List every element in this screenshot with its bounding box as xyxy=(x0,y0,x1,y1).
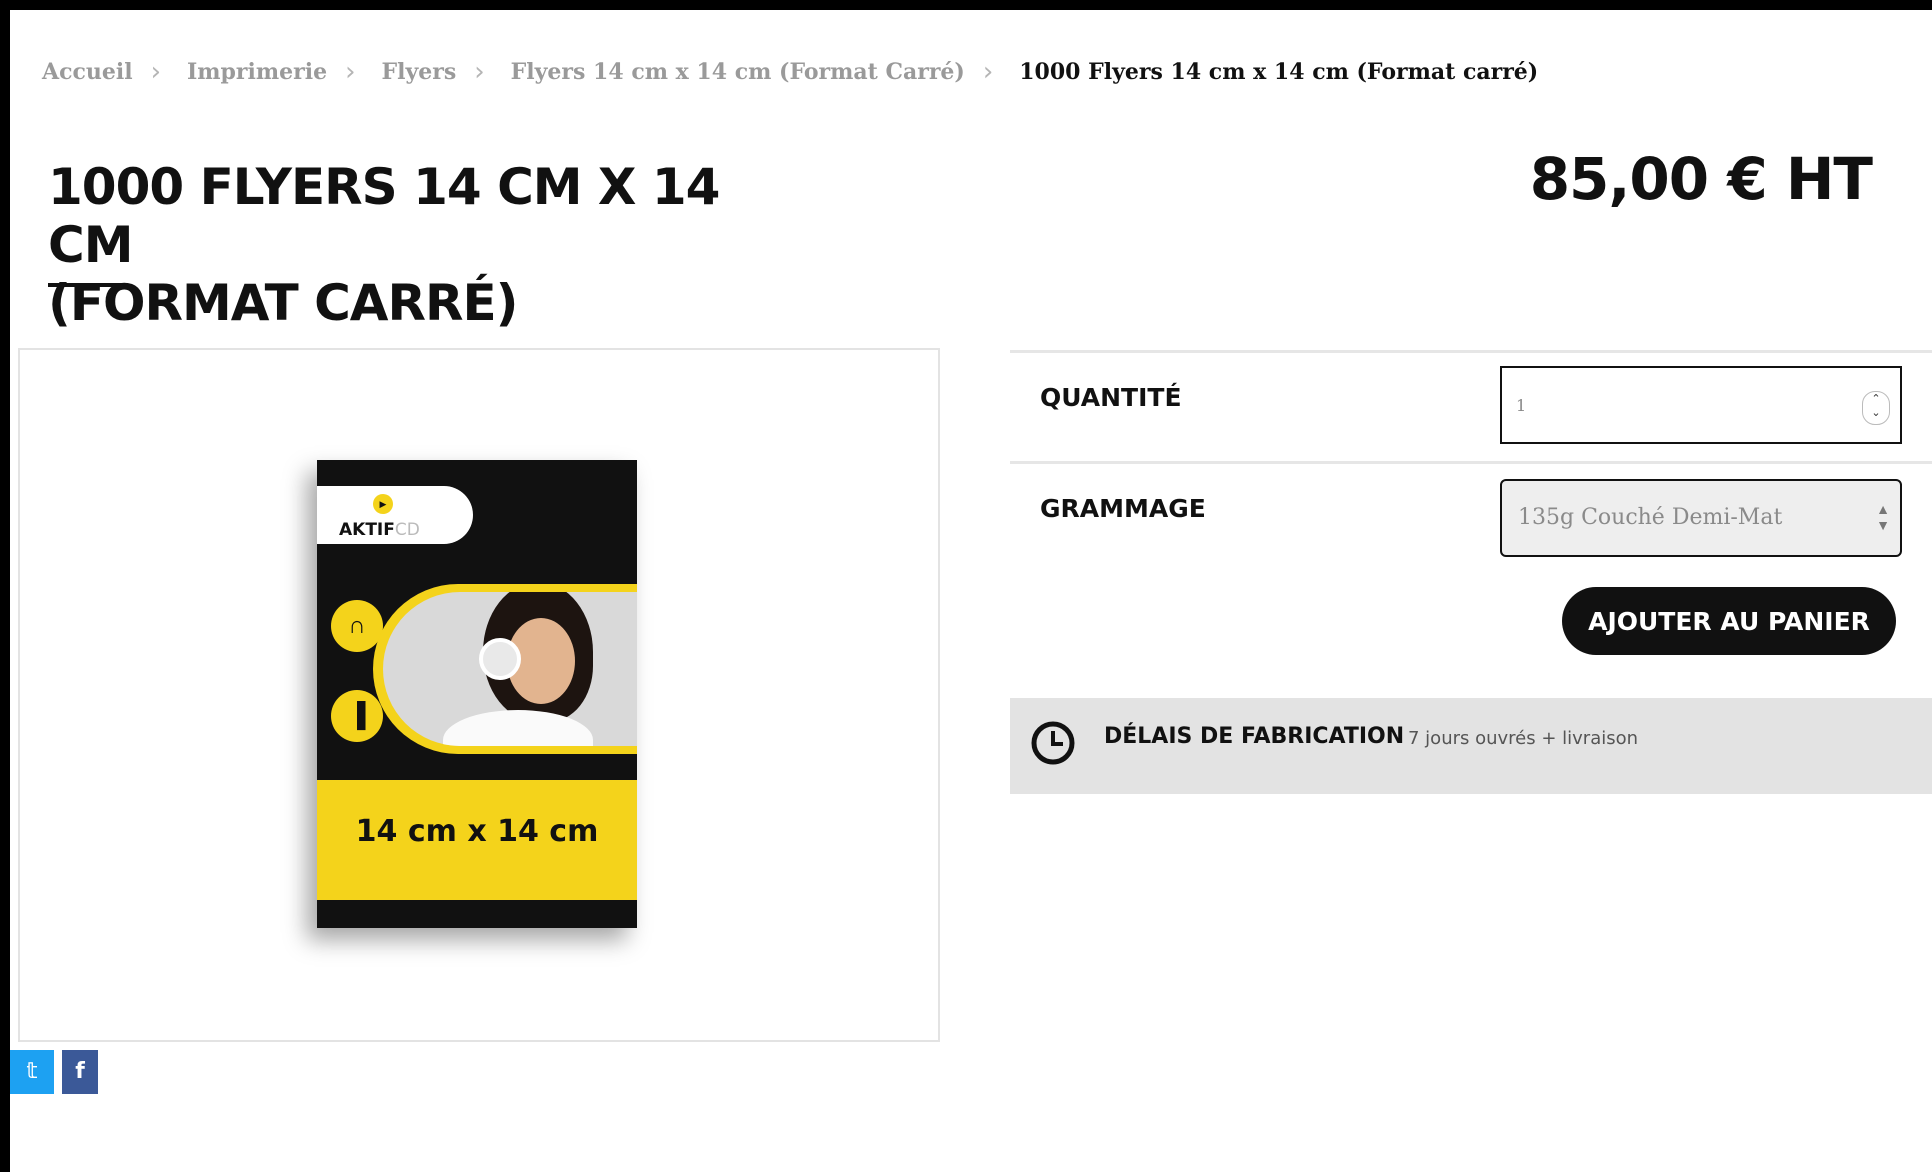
breadcrumb-link-flyers-14x14[interactable]: Flyers 14 cm x 14 cm (Format Carré) xyxy=(511,59,965,85)
quantity-row: QUANTITÉ ⌃⌄ xyxy=(1010,350,1932,461)
chevron-right-icon: › xyxy=(982,57,994,87)
grammage-row: GRAMMAGE 135g Couché Demi-Mat ▲ ▼ xyxy=(1010,461,1932,572)
chevron-right-icon: › xyxy=(150,57,161,87)
equalizer-icon: ▐ xyxy=(331,690,383,742)
flyer-logo: ▶ AKTIFCD xyxy=(317,486,473,544)
select-arrows-icon: ▲ ▼ xyxy=(1876,501,1890,533)
quantity-stepper[interactable]: ⌃ ⌄ xyxy=(1862,391,1890,425)
chevron-right-icon: › xyxy=(345,57,356,87)
page-title-line-1: 1000 FLYERS 14 CM X 14 CM xyxy=(48,158,720,274)
quantity-input[interactable] xyxy=(1500,366,1902,444)
quantity-label: QUANTITÉ xyxy=(1040,383,1182,412)
flyer-logo-light: CD xyxy=(394,520,420,540)
breadcrumb-link-flyers[interactable]: Flyers xyxy=(382,59,457,85)
flyer-photo-frame xyxy=(373,584,637,754)
breadcrumb-link-imprimerie[interactable]: Imprimerie xyxy=(187,59,327,85)
clock-icon xyxy=(1031,721,1075,765)
flyer-size-label: 14 cm x 14 cm xyxy=(355,814,599,849)
headphone-shape xyxy=(479,638,521,680)
page-title: 1000 FLYERS 14 CM X 14 CM (FORMAT CARRÉ) xyxy=(48,158,788,332)
breadcrumb: Accueil › Imprimerie › Flyers › Flyers 1… xyxy=(42,57,1538,87)
facebook-share-button[interactable]: f xyxy=(62,1050,98,1094)
breadcrumb-link-accueil[interactable]: Accueil xyxy=(42,59,133,85)
product-options: QUANTITÉ ⌃⌄ GRAMMAGE 135g Couché Demi-Ma… xyxy=(1010,350,1932,794)
page: Accueil › Imprimerie › Flyers › Flyers 1… xyxy=(10,10,1932,1172)
breadcrumb-current: 1000 Flyers 14 cm x 14 cm (Format carré) xyxy=(1019,59,1539,85)
grammage-selected-value: 135g Couché Demi-Mat xyxy=(1518,505,1783,530)
play-icon: ▶ xyxy=(373,494,393,514)
product-image: ▶ AKTIFCD ∩ ▐ 14 cm x 14 cm xyxy=(317,460,637,928)
add-to-cart-button[interactable]: AJOUTER AU PANIER xyxy=(1562,587,1896,655)
delay-label: DÉLAIS DE FABRICATION xyxy=(1104,724,1405,749)
twitter-icon: 𝕥 xyxy=(26,1059,38,1084)
grammage-select[interactable]: 135g Couché Demi-Mat ▲ ▼ xyxy=(1500,479,1902,557)
manufacturing-delay: DÉLAIS DE FABRICATION 7 jours ouvrés + l… xyxy=(1010,698,1932,794)
product-image-panel[interactable]: ▶ AKTIFCD ∩ ▐ 14 cm x 14 cm xyxy=(18,348,940,1042)
twitter-share-button[interactable]: 𝕥 xyxy=(10,1050,54,1094)
grammage-label: GRAMMAGE xyxy=(1040,494,1206,523)
facebook-icon: f xyxy=(75,1059,85,1084)
headphones-icon: ∩ xyxy=(331,600,383,652)
title-underline xyxy=(48,283,128,287)
product-price: 85,00 € HT xyxy=(1529,145,1873,213)
chevron-right-icon: › xyxy=(474,57,485,87)
flyer-yellow-band: 14 cm x 14 cm xyxy=(317,780,637,900)
flyer-photo xyxy=(383,592,637,746)
flyer-logo-bold: AKTIF xyxy=(339,520,395,540)
delay-value: 7 jours ouvrés + livraison xyxy=(1408,728,1639,749)
